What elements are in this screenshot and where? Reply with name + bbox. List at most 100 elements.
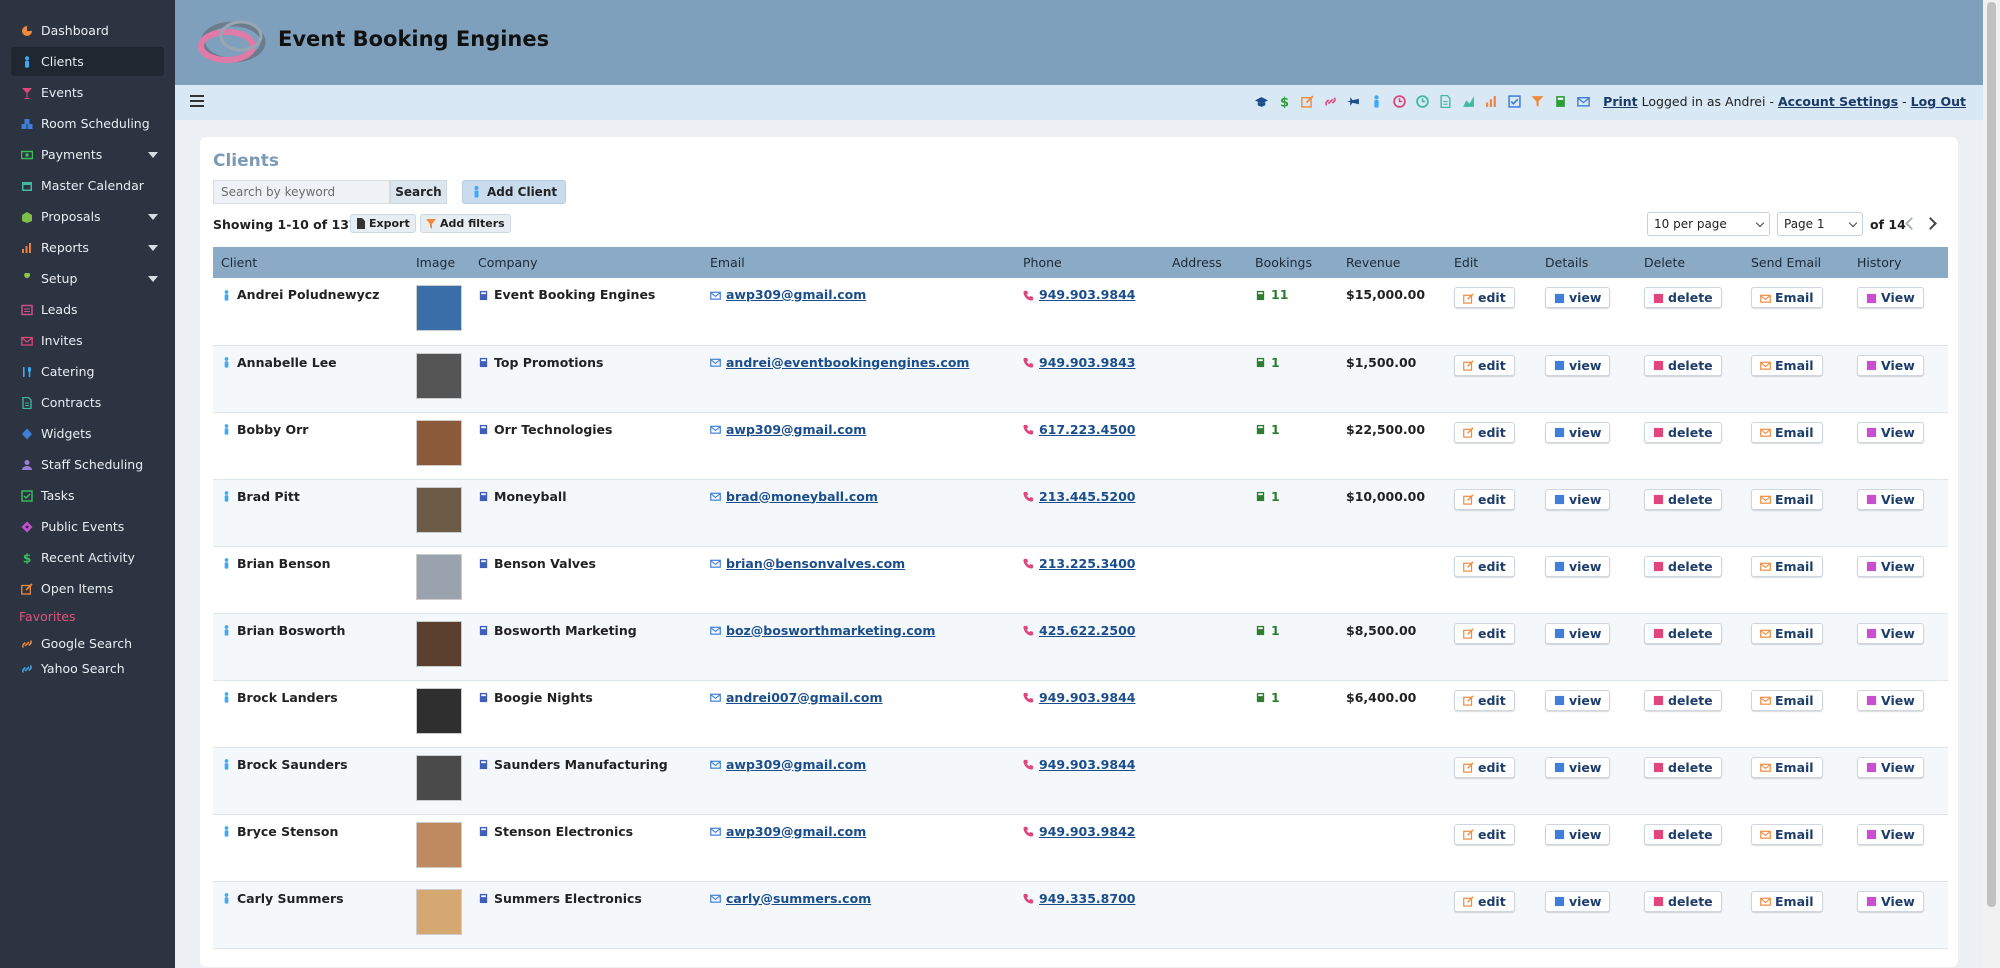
history-button[interactable]: View bbox=[1857, 287, 1924, 308]
book-icon[interactable] bbox=[1554, 95, 1567, 108]
checkbox-icon[interactable] bbox=[1508, 95, 1521, 108]
delete-button[interactable]: delete bbox=[1644, 421, 1722, 443]
client-name[interactable]: Brad Pitt bbox=[237, 489, 300, 504]
delete-button[interactable]: delete bbox=[1644, 287, 1722, 308]
client-name[interactable]: Bobby Orr bbox=[237, 422, 308, 437]
email-link[interactable]: awp309@gmail.com bbox=[726, 757, 866, 772]
send-email-button[interactable]: Email bbox=[1751, 756, 1823, 778]
phone-link[interactable]: 949.903.9842 bbox=[1039, 824, 1135, 839]
view-details-button[interactable]: view bbox=[1545, 555, 1611, 577]
view-details-button[interactable]: view bbox=[1545, 823, 1611, 845]
history-button[interactable]: View bbox=[1857, 555, 1924, 577]
client-name[interactable]: Andrei Poludnewycz bbox=[237, 287, 379, 302]
delete-button[interactable]: delete bbox=[1644, 689, 1722, 711]
view-details-button[interactable]: view bbox=[1545, 421, 1611, 443]
dollar-icon[interactable]: $ bbox=[1278, 95, 1291, 110]
view-details-button[interactable]: view bbox=[1545, 890, 1611, 912]
view-details-button[interactable]: view bbox=[1545, 756, 1611, 778]
email-link[interactable]: andrei@eventbookingengines.com bbox=[726, 355, 969, 370]
sidebar-item-contracts[interactable]: Contracts bbox=[11, 388, 164, 417]
next-page-icon[interactable] bbox=[1924, 217, 1937, 230]
client-name[interactable]: Carly Summers bbox=[237, 891, 344, 906]
delete-button[interactable]: delete bbox=[1644, 756, 1722, 778]
sidebar-item-staff-scheduling[interactable]: Staff Scheduling bbox=[11, 450, 164, 479]
plane-icon[interactable] bbox=[1347, 95, 1360, 108]
history-button[interactable]: View bbox=[1857, 890, 1924, 912]
send-email-button[interactable]: Email bbox=[1751, 689, 1823, 711]
history-button[interactable]: View bbox=[1857, 622, 1924, 644]
client-name[interactable]: Bryce Stenson bbox=[237, 824, 338, 839]
document-icon[interactable] bbox=[1439, 94, 1452, 109]
logout-link[interactable]: Log Out bbox=[1911, 94, 1966, 109]
bookings-count[interactable]: 11 bbox=[1271, 287, 1288, 302]
phone-link[interactable]: 425.622.2500 bbox=[1039, 623, 1135, 638]
send-email-button[interactable]: Email bbox=[1751, 421, 1823, 443]
edit-icon[interactable] bbox=[1301, 95, 1314, 108]
email-link[interactable]: awp309@gmail.com bbox=[726, 422, 866, 437]
edit-button[interactable]: edit bbox=[1454, 287, 1515, 308]
edit-button[interactable]: edit bbox=[1454, 555, 1515, 577]
sidebar-item-setup[interactable]: Setup bbox=[11, 264, 164, 293]
page-select[interactable]: Page 1 bbox=[1777, 212, 1863, 236]
phone-link[interactable]: 949.903.9843 bbox=[1039, 355, 1135, 370]
send-email-button[interactable]: Email bbox=[1751, 890, 1823, 912]
export-button[interactable]: Export bbox=[350, 214, 416, 233]
email-link[interactable]: brad@moneyball.com bbox=[726, 489, 878, 504]
view-details-button[interactable]: view bbox=[1545, 622, 1611, 644]
scrollbar-thumb[interactable] bbox=[1987, 2, 1996, 907]
phone-link[interactable]: 213.445.5200 bbox=[1039, 489, 1135, 504]
history-button[interactable]: View bbox=[1857, 756, 1924, 778]
history-button[interactable]: View bbox=[1857, 488, 1924, 510]
sidebar-item-reports[interactable]: Reports bbox=[11, 233, 164, 262]
email-link[interactable]: boz@bosworthmarketing.com bbox=[726, 623, 935, 638]
client-name[interactable]: Annabelle Lee bbox=[237, 355, 337, 370]
print-link[interactable]: Print bbox=[1603, 94, 1638, 109]
favorite-google-search[interactable]: Google Search bbox=[11, 631, 164, 656]
send-email-button[interactable]: Email bbox=[1751, 488, 1823, 510]
client-name[interactable]: Brock Landers bbox=[237, 690, 338, 705]
sidebar-item-leads[interactable]: Leads bbox=[11, 295, 164, 324]
delete-button[interactable]: delete bbox=[1644, 622, 1722, 644]
edit-button[interactable]: edit bbox=[1454, 488, 1515, 510]
edit-button[interactable]: edit bbox=[1454, 890, 1515, 912]
clock-green-icon[interactable] bbox=[1416, 95, 1429, 108]
search-button[interactable]: Search bbox=[390, 180, 447, 204]
send-email-button[interactable]: Email bbox=[1751, 555, 1823, 577]
email-link[interactable]: andrei007@gmail.com bbox=[726, 690, 883, 705]
send-email-button[interactable]: Email bbox=[1751, 287, 1823, 308]
phone-link[interactable]: 949.903.9844 bbox=[1039, 690, 1135, 705]
sidebar-item-payments[interactable]: Payments bbox=[11, 140, 164, 169]
email-link[interactable]: awp309@gmail.com bbox=[726, 824, 866, 839]
email-link[interactable]: awp309@gmail.com bbox=[726, 287, 866, 302]
history-button[interactable]: View bbox=[1857, 823, 1924, 845]
bookings-count[interactable]: 1 bbox=[1271, 422, 1280, 437]
sidebar-item-clients[interactable]: Clients bbox=[11, 47, 164, 76]
menu-toggle-icon[interactable] bbox=[190, 95, 204, 107]
sidebar-item-events[interactable]: Events bbox=[11, 78, 164, 107]
person-icon[interactable] bbox=[1370, 95, 1383, 108]
client-name[interactable]: Brian Bosworth bbox=[237, 623, 345, 638]
sidebar-item-dashboard[interactable]: Dashboard bbox=[11, 16, 164, 45]
account-settings-link[interactable]: Account Settings bbox=[1778, 94, 1898, 109]
prev-page-icon[interactable] bbox=[1905, 217, 1918, 230]
bookings-count[interactable]: 1 bbox=[1271, 355, 1280, 370]
phone-link[interactable]: 617.223.4500 bbox=[1039, 422, 1135, 437]
send-email-button[interactable]: Email bbox=[1751, 622, 1823, 644]
sidebar-item-proposals[interactable]: Proposals bbox=[11, 202, 164, 231]
view-details-button[interactable]: view bbox=[1545, 689, 1611, 711]
view-details-button[interactable]: view bbox=[1545, 488, 1611, 510]
send-email-button[interactable]: Email bbox=[1751, 823, 1823, 845]
edit-button[interactable]: edit bbox=[1454, 421, 1515, 443]
view-details-button[interactable]: view bbox=[1545, 287, 1611, 308]
bookings-count[interactable]: 1 bbox=[1271, 690, 1280, 705]
delete-button[interactable]: delete bbox=[1644, 488, 1722, 510]
filter-icon[interactable] bbox=[1531, 95, 1544, 108]
history-button[interactable]: View bbox=[1857, 354, 1924, 376]
per-page-select[interactable]: 10 per page bbox=[1647, 212, 1770, 236]
favorite-yahoo-search[interactable]: Yahoo Search bbox=[11, 656, 164, 681]
sidebar-item-widgets[interactable]: Widgets bbox=[11, 419, 164, 448]
edit-button[interactable]: edit bbox=[1454, 354, 1515, 376]
delete-button[interactable]: delete bbox=[1644, 890, 1722, 912]
sidebar-item-tasks[interactable]: Tasks bbox=[11, 481, 164, 510]
sidebar-item-invites[interactable]: Invites bbox=[11, 326, 164, 355]
